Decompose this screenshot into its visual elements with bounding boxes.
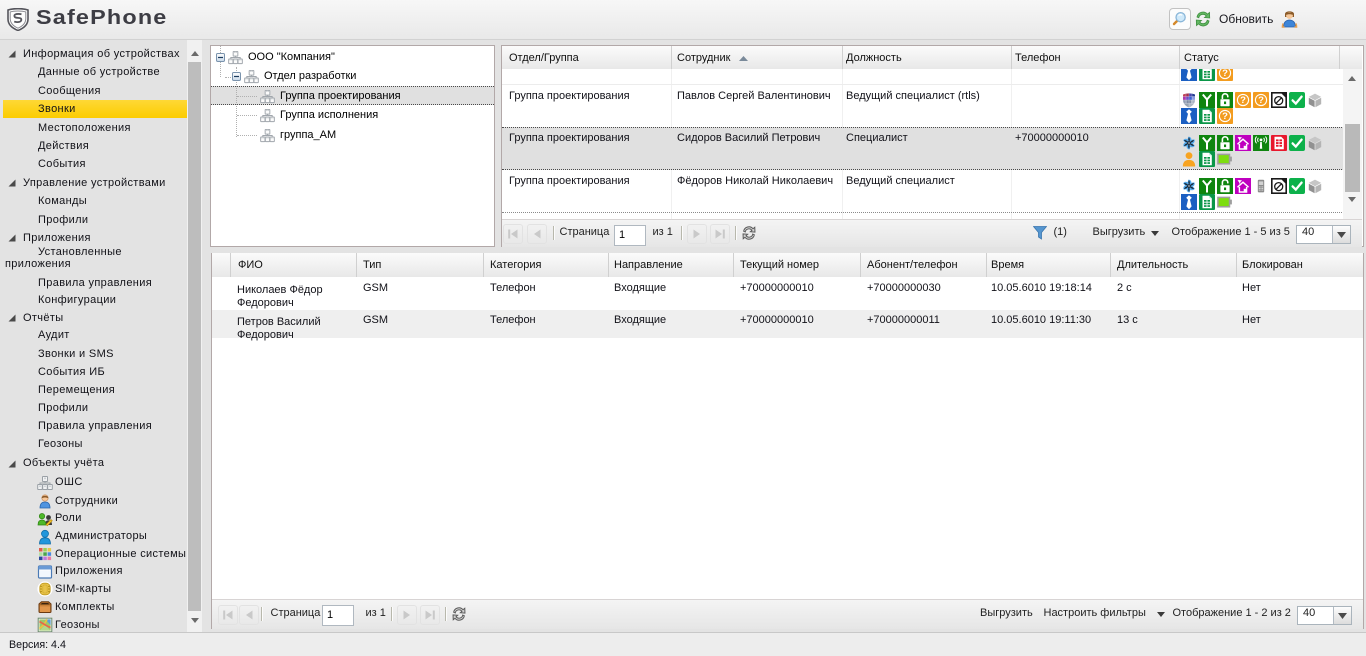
svg-text:?: ? xyxy=(1258,95,1264,106)
svg-text:?: ? xyxy=(1222,69,1228,79)
svg-text:?: ? xyxy=(1240,95,1246,106)
svg-text:?: ? xyxy=(1222,111,1228,122)
